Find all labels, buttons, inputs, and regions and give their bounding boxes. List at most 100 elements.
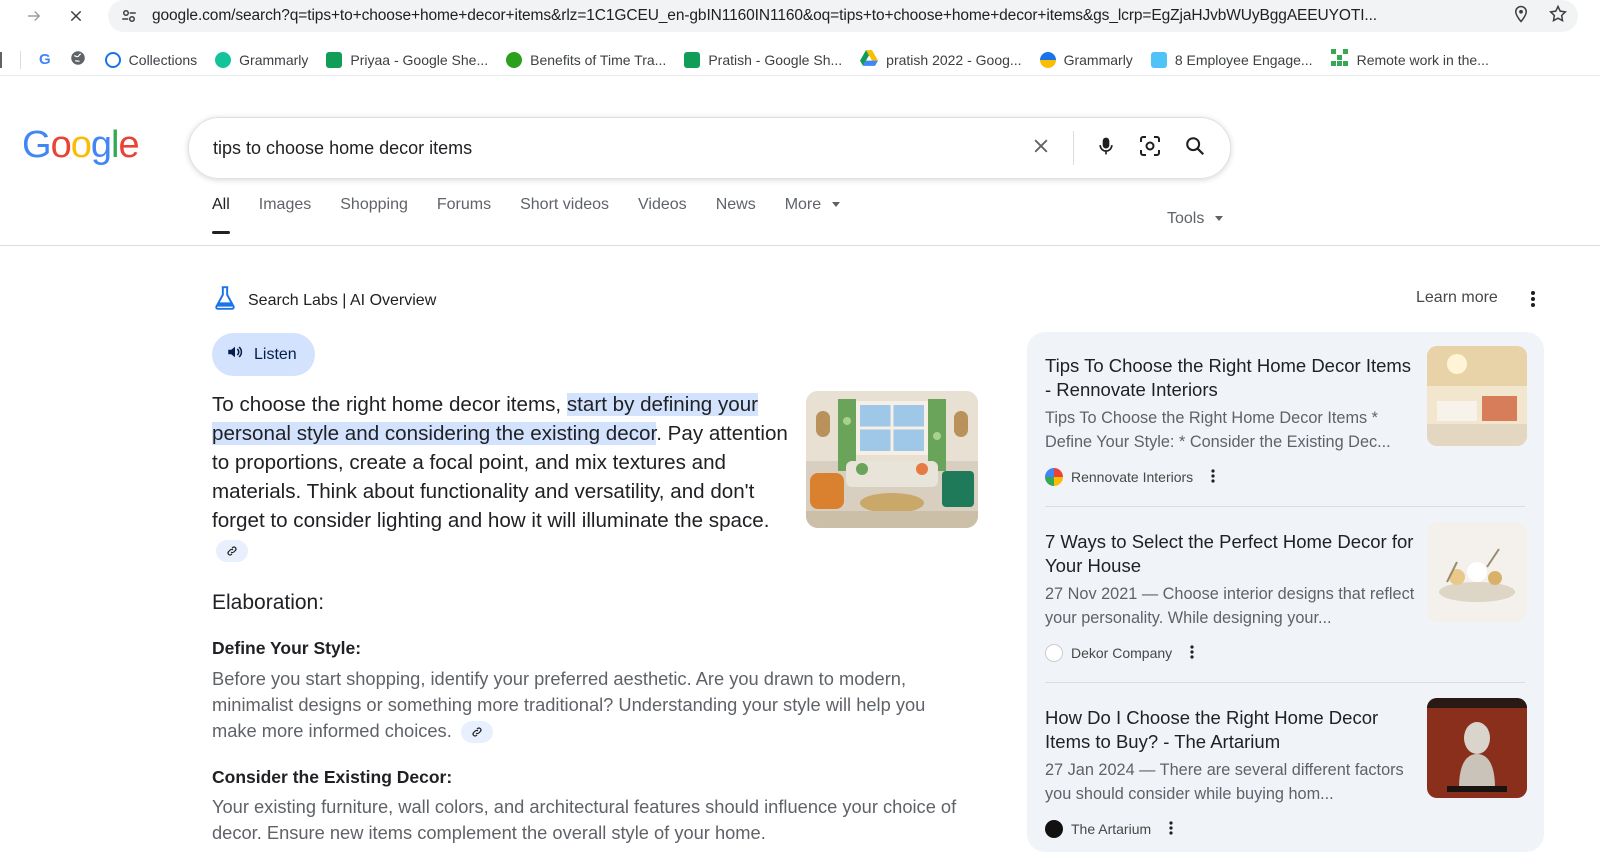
bookmark-label: Benefits of Time Tra... [530, 51, 667, 68]
browser-toolbar: google.com/search?q=tips+to+choose+home+… [0, 0, 1600, 32]
sources-panel: Tips To Choose the Right Home Decor Item… [1027, 332, 1544, 852]
doc-icon [1150, 51, 1167, 68]
learn-more-link[interactable]: Learn more [1416, 289, 1498, 307]
bookmark-collections[interactable]: Collections [104, 51, 197, 68]
url-text[interactable]: google.com/search?q=tips+to+choose+home+… [152, 7, 1512, 25]
site-favicon [1045, 644, 1063, 662]
grammarly-icon [215, 51, 232, 68]
bookmarks-divider [20, 50, 21, 69]
section-title: Define Your Style: [212, 638, 362, 658]
bookmark-pratish-sheet[interactable]: Pratish - Google Sh... [684, 51, 843, 68]
bookmark-priyaa-sheet[interactable]: Priyaa - Google She... [326, 51, 489, 68]
tools-button[interactable]: Tools [1167, 210, 1223, 228]
bookmark-label: Pratish - Google Sh... [708, 51, 843, 68]
labs-flask-icon [212, 285, 238, 316]
tab-short-videos[interactable]: Short videos [520, 196, 609, 228]
source-snippet: Tips To Choose the Right Home Decor Item… [1045, 409, 1391, 451]
more-options-icon[interactable] [1211, 468, 1215, 486]
bookmark-employee-engage[interactable]: 8 Employee Engage... [1150, 51, 1313, 68]
sheets-icon [684, 51, 701, 68]
speaker-icon [226, 343, 244, 366]
source-thumbnail[interactable] [1427, 698, 1527, 798]
bookmark-label: Grammarly [1063, 51, 1133, 68]
microphone-icon[interactable] [1096, 134, 1116, 163]
bookmark-star-icon[interactable] [1548, 4, 1568, 29]
tools-label: Tools [1167, 210, 1205, 227]
section-body-text: Your existing furniture, wall colors, an… [212, 796, 957, 843]
tab-videos[interactable]: Videos [638, 196, 687, 228]
tab-forums[interactable]: Forums [437, 196, 491, 228]
header-divider [0, 245, 1600, 246]
bookmark-google[interactable]: G [39, 51, 51, 68]
bookmark-label: Priyaa - Google She... [350, 51, 489, 68]
bookmark-grammarly-1[interactable]: Grammarly [215, 51, 309, 68]
google-icon: G [39, 51, 51, 68]
citation-link-icon[interactable] [460, 721, 493, 744]
location-icon[interactable] [1512, 4, 1530, 29]
bookmark-label: 8 Employee Engage... [1174, 51, 1313, 68]
tab-more-label: More [784, 196, 822, 213]
bookmarks-edge [0, 51, 2, 68]
stop-loading-icon[interactable] [62, 2, 90, 30]
card-divider [1045, 506, 1525, 507]
drive-icon [860, 50, 879, 69]
more-options-icon[interactable] [1169, 820, 1173, 838]
grid-icon [1330, 49, 1349, 70]
source-thumbnail[interactable] [1427, 522, 1527, 622]
tab-more[interactable]: More [785, 196, 840, 228]
source-site: The Artarium [1045, 820, 1173, 838]
source-title[interactable]: 7 Ways to Select the Perfect Home Decor … [1045, 530, 1415, 578]
source-thumbnail[interactable] [1427, 346, 1527, 446]
bookmark-label: pratish 2022 - Goog... [886, 51, 1022, 68]
search-input[interactable]: tips to choose home decor items [213, 138, 1031, 159]
bookmark-benefits[interactable]: Benefits of Time Tra... [506, 51, 667, 68]
more-options-icon[interactable] [1530, 290, 1536, 313]
search-icon[interactable] [1184, 135, 1206, 162]
source-snippet: 27 Jan 2024 — There are several differen… [1045, 761, 1404, 803]
source-site-name: Rennovate Interiors [1071, 469, 1194, 485]
ai-overview-title: Search Labs | AI Overview [248, 291, 437, 309]
bookmark-label: Grammarly [239, 51, 309, 68]
quickbooks-icon [506, 51, 523, 68]
google-logo[interactable]: Google [22, 124, 140, 167]
sheets-icon [326, 51, 343, 68]
address-bar[interactable]: google.com/search?q=tips+to+choose+home+… [108, 0, 1578, 32]
tab-all[interactable]: All [212, 196, 230, 234]
site-info-icon[interactable] [118, 5, 140, 27]
section-body: Before you start shopping, identify your… [212, 666, 972, 744]
site-favicon [1045, 468, 1063, 486]
bookmark-globe[interactable] [69, 49, 87, 70]
source-site: Rennovate Interiors [1045, 468, 1215, 486]
dropdown-arrow-icon [831, 202, 840, 208]
bookmark-pratish-2022[interactable]: pratish 2022 - Goog... [860, 50, 1022, 69]
bookmark-grammarly-2[interactable]: Grammarly [1039, 51, 1133, 68]
bookmarks-bar: G Collections Grammarly Priyaa - Google … [0, 44, 1600, 76]
clear-icon[interactable] [1031, 136, 1051, 161]
listen-button[interactable]: Listen [212, 333, 315, 376]
google-lens-icon[interactable] [1138, 134, 1162, 163]
forward-icon[interactable] [20, 2, 48, 30]
summary-text: To choose the right home decor items, [212, 393, 567, 416]
section-body-text: Before you start shopping, identify your… [212, 668, 926, 741]
source-title[interactable]: How Do I Choose the Right Home Decor Ite… [1045, 706, 1415, 754]
section-body: Your existing furniture, wall colors, an… [212, 794, 972, 846]
grammarly-icon [1039, 51, 1056, 68]
card-divider [1045, 682, 1525, 683]
more-options-icon[interactable] [1190, 644, 1194, 662]
bookmark-remote-work[interactable]: Remote work in the... [1330, 49, 1489, 70]
search-box[interactable]: tips to choose home decor items [188, 117, 1231, 179]
elaboration-heading: Elaboration: [212, 591, 325, 614]
search-divider [1073, 131, 1074, 165]
living-room-image[interactable] [806, 391, 978, 528]
tab-news[interactable]: News [716, 196, 756, 228]
source-title[interactable]: Tips To Choose the Right Home Decor Item… [1045, 354, 1415, 402]
tab-shopping[interactable]: Shopping [340, 196, 408, 228]
globe-icon [69, 49, 87, 70]
dropdown-arrow-icon [1214, 216, 1223, 222]
source-snippet: 27 Nov 2021 — Choose interior designs th… [1045, 585, 1415, 627]
source-site: Dekor Company [1045, 644, 1194, 662]
ai-summary: To choose the right home decor items, st… [212, 390, 802, 564]
tab-images[interactable]: Images [259, 196, 311, 228]
citation-link-icon[interactable] [216, 539, 248, 562]
site-favicon [1045, 820, 1063, 838]
